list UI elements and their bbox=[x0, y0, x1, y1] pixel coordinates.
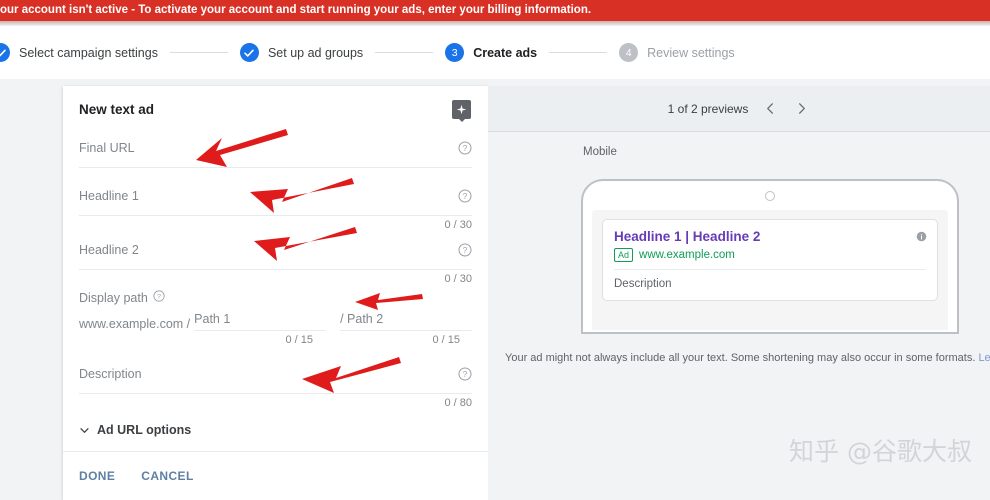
step-2-label: Set up ad groups bbox=[268, 46, 363, 60]
svg-text:?: ? bbox=[463, 192, 468, 201]
display-path-title-row: Display path ? bbox=[79, 289, 472, 307]
form-card-header: New text ad bbox=[63, 86, 488, 129]
form-scroll-region: New text ad Final URL ? Headline 1 bbox=[63, 86, 488, 451]
help-icon[interactable]: ? bbox=[458, 243, 472, 257]
help-icon[interactable]: ? bbox=[458, 189, 472, 203]
step-3-number-badge: 3 bbox=[445, 43, 464, 62]
step-3-label: Create ads bbox=[473, 46, 537, 60]
step-1-check-icon bbox=[0, 43, 10, 62]
svg-text:?: ? bbox=[463, 370, 468, 379]
display-path-domain: www.example.com / bbox=[79, 317, 190, 331]
preview-header: 1 of 2 previews bbox=[488, 86, 990, 132]
headline-2-counter: 0 / 30 bbox=[63, 273, 472, 285]
sparkle-icon[interactable] bbox=[452, 100, 471, 119]
ad-preview-url: www.example.com bbox=[639, 249, 735, 261]
display-path-block: Display path ? www.example.com / Path 1 … bbox=[79, 285, 472, 346]
help-icon[interactable]: ? bbox=[458, 141, 472, 155]
display-path-2-input[interactable]: / Path 2 bbox=[340, 312, 472, 331]
display-path-counters: 0 / 15 0 / 15 bbox=[79, 334, 472, 346]
description-field[interactable]: Description ? bbox=[79, 355, 472, 394]
cancel-button[interactable]: CANCEL bbox=[141, 469, 193, 483]
sidebar-item-step-3[interactable]: 3 Create ads bbox=[445, 43, 537, 62]
ad-preview-headline: Headline 1 | Headline 2 bbox=[614, 229, 926, 244]
display-path-label: Display path bbox=[79, 291, 148, 305]
step-4-number-badge: 4 bbox=[619, 43, 638, 62]
display-path-2-counter: 0 / 15 bbox=[327, 334, 460, 346]
final-url-field[interactable]: Final URL ? bbox=[79, 129, 472, 168]
step-2-check-icon bbox=[240, 43, 259, 62]
chevron-left-icon[interactable] bbox=[762, 100, 779, 117]
alert-strong-text: our account isn't active bbox=[0, 4, 128, 16]
help-icon[interactable]: ? bbox=[153, 289, 165, 307]
new-text-ad-form-card: New text ad Final URL ? Headline 1 bbox=[63, 86, 488, 500]
display-path-1-counter: 0 / 15 bbox=[180, 334, 313, 346]
svg-text:i: i bbox=[921, 234, 923, 241]
form-actions-bar: DONE CANCEL bbox=[63, 451, 488, 500]
phone-camera-icon bbox=[765, 191, 775, 201]
headline-1-field[interactable]: Headline 1 ? bbox=[79, 177, 472, 216]
description-label: Description bbox=[79, 367, 142, 381]
preview-disclaimer-text: Your ad might not always include all you… bbox=[505, 352, 978, 364]
ad-preview-url-line: Ad www.example.com bbox=[614, 248, 926, 270]
chevron-down-icon bbox=[79, 425, 90, 436]
billing-alert-banner: our account isn't active - To activate y… bbox=[0, 0, 990, 21]
device-label: Mobile bbox=[583, 146, 990, 158]
phone-screen: Headline 1 | Headline 2 Ad www.example.c… bbox=[592, 210, 948, 330]
final-url-label: Final URL bbox=[79, 141, 135, 155]
description-counter: 0 / 80 bbox=[63, 397, 472, 409]
phone-mockup: Headline 1 | Headline 2 Ad www.example.c… bbox=[581, 179, 959, 334]
spacer-after-final-url bbox=[63, 168, 488, 177]
preview-disclaimer: Your ad might not always include all you… bbox=[505, 352, 990, 364]
step-connector-2 bbox=[375, 52, 433, 53]
info-icon[interactable]: i bbox=[916, 231, 927, 242]
display-path-1-input[interactable]: Path 1 bbox=[194, 312, 326, 331]
headline-1-counter: 0 / 30 bbox=[63, 219, 472, 231]
step-connector-3 bbox=[549, 52, 607, 53]
headline-1-label: Headline 1 bbox=[79, 189, 139, 203]
svg-text:?: ? bbox=[463, 246, 468, 255]
sidebar-item-step-2[interactable]: Set up ad groups bbox=[240, 43, 363, 62]
ad-url-options-toggle[interactable]: Ad URL options bbox=[79, 423, 472, 437]
done-button[interactable]: DONE bbox=[79, 469, 115, 483]
chevron-right-icon[interactable] bbox=[793, 100, 810, 117]
ad-url-options-label: Ad URL options bbox=[97, 423, 191, 437]
help-icon[interactable]: ? bbox=[458, 367, 472, 381]
zhihu-watermark: 知乎 @谷歌大叔 bbox=[789, 432, 972, 468]
ad-badge: Ad bbox=[614, 248, 633, 262]
step-1-label: Select campaign settings bbox=[19, 46, 158, 60]
headline-2-label: Headline 2 bbox=[79, 243, 139, 257]
spacer-after-display-path bbox=[63, 346, 488, 355]
headline-2-field[interactable]: Headline 2 ? bbox=[79, 231, 472, 270]
campaign-stepper: Select campaign settings Set up ad group… bbox=[0, 26, 990, 80]
display-path-inputs: www.example.com / Path 1 / Path 2 bbox=[79, 312, 472, 331]
step-connector-1 bbox=[170, 52, 228, 53]
svg-text:?: ? bbox=[463, 144, 468, 153]
alert-rest-text: - To activate your account and start run… bbox=[128, 4, 591, 16]
learn-more-link[interactable]: Learn bbox=[978, 352, 990, 364]
ad-preview-description: Description bbox=[614, 278, 926, 290]
step-4-label: Review settings bbox=[647, 46, 735, 60]
svg-text:?: ? bbox=[157, 294, 161, 301]
ad-preview-card: Headline 1 | Headline 2 Ad www.example.c… bbox=[602, 219, 938, 301]
sidebar-item-step-1[interactable]: Select campaign settings bbox=[0, 43, 158, 62]
preview-count-label: 1 of 2 previews bbox=[668, 102, 749, 116]
sidebar-item-step-4[interactable]: 4 Review settings bbox=[619, 43, 735, 62]
page-title: New text ad bbox=[79, 102, 154, 117]
